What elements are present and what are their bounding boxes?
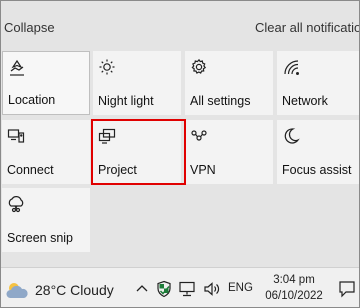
shield-icon[interactable] [155, 280, 173, 298]
tile-label: All settings [190, 94, 251, 108]
tile-label: Night light [98, 94, 154, 108]
speaker-icon[interactable] [203, 280, 221, 298]
clock-date: 06/10/2022 [265, 290, 323, 302]
tile-vpn[interactable]: VPN [185, 120, 273, 184]
tile-focus-assist[interactable]: Focus assist [277, 120, 360, 184]
tile-project[interactable]: Project [93, 120, 181, 184]
tile-label: Network [282, 94, 328, 108]
tile-label: VPN [190, 163, 216, 177]
moon-icon [282, 127, 300, 145]
taskbar: 28°C Cloudy ENG 3:04 pm 06/10/2022 [0, 267, 360, 308]
vpn-icon [190, 127, 208, 145]
clock-time: 3:04 pm [273, 274, 315, 286]
tile-label: Screen snip [7, 231, 74, 245]
tile-screen-snip[interactable]: Screen snip [2, 188, 90, 252]
project-icon [98, 127, 116, 145]
action-center-header: Collapse Clear all notification [0, 0, 360, 48]
gear-icon [190, 58, 208, 76]
chevron-up-icon[interactable] [133, 280, 151, 298]
network-monitor-icon[interactable] [178, 280, 196, 298]
tile-network[interactable]: Network [277, 51, 360, 115]
connect-icon [7, 127, 25, 145]
tile-night-light[interactable]: Night light [93, 51, 181, 115]
location-icon [8, 59, 26, 77]
tile-label: Focus assist [282, 163, 352, 177]
brightness-icon [98, 58, 116, 76]
tile-label: Location [8, 93, 56, 107]
tile-label: Connect [7, 163, 54, 177]
collapse-link[interactable]: Collapse [4, 20, 55, 35]
cloudy-weather-icon[interactable] [4, 280, 32, 300]
weather-text[interactable]: 28°C Cloudy [35, 282, 114, 298]
notification-center-icon[interactable] [337, 279, 357, 299]
tile-connect[interactable]: Connect [2, 120, 90, 184]
tile-location[interactable]: Location [2, 51, 90, 115]
input-language-indicator[interactable]: ENG [228, 282, 253, 294]
system-clock[interactable]: 3:04 pm 06/10/2022 [262, 272, 326, 304]
clear-all-notifications-link[interactable]: Clear all notification [255, 20, 360, 35]
screen-snip-icon [7, 195, 25, 213]
tile-all-settings[interactable]: All settings [185, 51, 273, 115]
tile-label: Project [98, 163, 137, 177]
wifi-icon [282, 58, 300, 76]
